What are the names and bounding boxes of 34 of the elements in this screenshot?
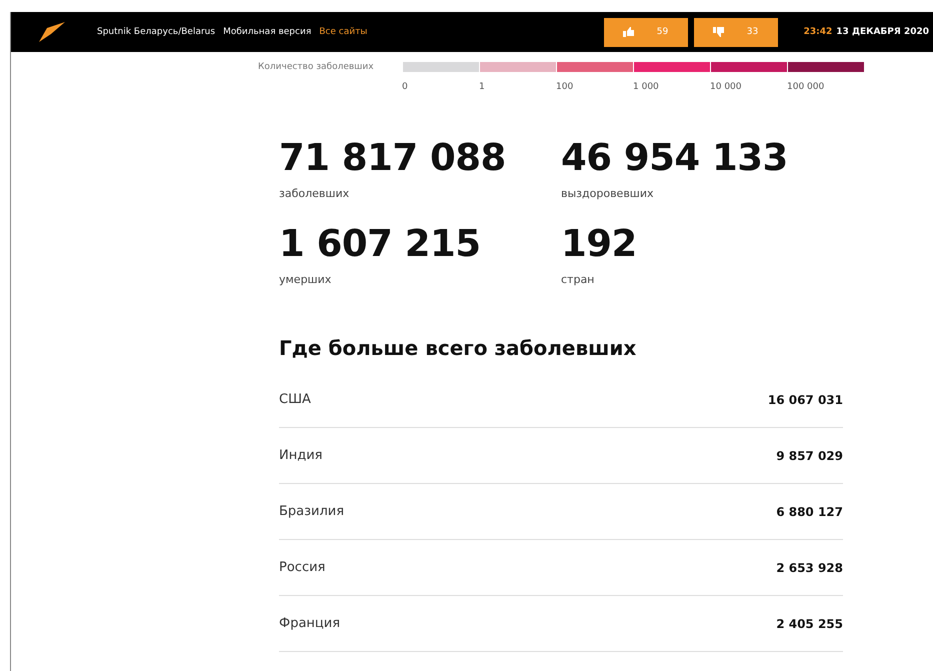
- stat-value: 192: [561, 222, 638, 265]
- legend-tick: 1 000: [633, 82, 660, 92]
- legend-tick: 10 000: [710, 82, 742, 92]
- country-name: Россия: [279, 560, 326, 575]
- mobile-link[interactable]: Мобильная версия: [223, 27, 312, 37]
- stat-value: 46 954 133: [561, 136, 789, 179]
- time-text: 23:42: [804, 27, 832, 37]
- country-name: Бразилия: [279, 504, 344, 519]
- section-title: Где больше всего заболевших: [279, 336, 638, 360]
- case-count: 16 067 031: [768, 392, 843, 406]
- legend-tick: 0: [402, 82, 409, 92]
- case-count: 2 653 928: [776, 560, 843, 574]
- case-count: 6 880 127: [776, 504, 843, 518]
- date-text: 13 ДЕКАБРЯ 2020: [836, 27, 929, 37]
- stat-value: 1 607 215: [279, 222, 482, 265]
- stat-label: заболевших: [279, 187, 350, 200]
- case-count: 9 857 029: [776, 448, 843, 462]
- country-name: Индия: [279, 448, 322, 463]
- legend-tick: 100: [556, 82, 574, 92]
- legend-label: Количество заболевших: [258, 62, 375, 72]
- country-name: Франция: [279, 616, 340, 631]
- country-name: США: [279, 392, 311, 407]
- stat-label: умерших: [279, 273, 332, 286]
- thumbs-up-icon: [623, 27, 634, 37]
- thumbs-down-icon: [713, 27, 724, 37]
- site-link[interactable]: Sputnik Беларусь/Belarus: [97, 27, 216, 37]
- logo-icon: [37, 20, 67, 44]
- legend-tick: 100 000: [787, 82, 826, 92]
- stat-label: выздоровевших: [561, 187, 655, 200]
- all-sites-link[interactable]: Все сайты: [319, 27, 368, 37]
- case-count: 2 405 255: [776, 616, 843, 630]
- legend-tick: 1: [479, 82, 486, 92]
- stat-label: стран: [561, 273, 596, 286]
- stat-value: 71 817 088: [279, 136, 507, 179]
